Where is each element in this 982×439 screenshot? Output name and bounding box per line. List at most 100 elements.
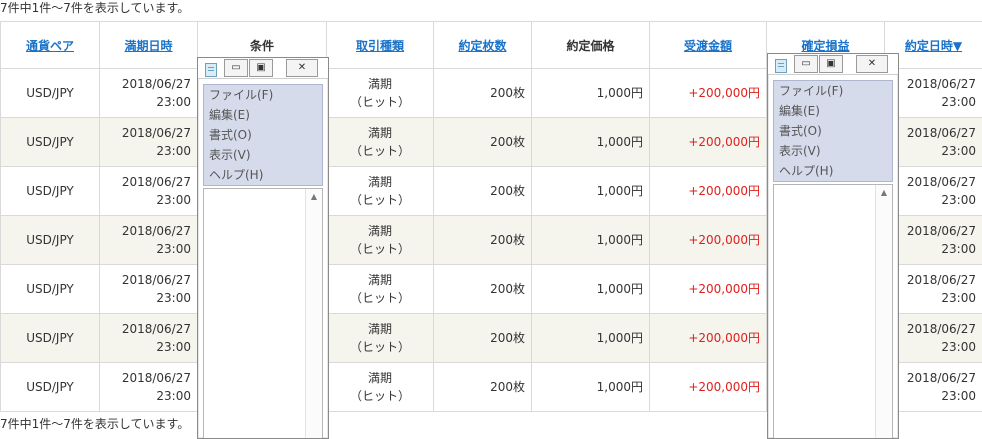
close-icon[interactable]: ✕ (286, 59, 318, 77)
sort-link-quantity[interactable]: 約定枚数 (458, 39, 506, 53)
trade-type-line1: 満期 (333, 173, 427, 191)
menu-format[interactable]: 書式(O) (774, 121, 892, 141)
close-icon[interactable]: ✕ (856, 55, 888, 73)
expiry-time: 23:00 (106, 387, 191, 405)
expiry-date: 2018/06/27 (106, 173, 191, 191)
cell-trade-date: 2018/06/2723:00 (885, 363, 982, 412)
trade-date: 2018/06/27 (891, 222, 976, 240)
vertical-scrollbar[interactable]: ▲ (305, 189, 322, 438)
cell-expiry: 2018/06/2723:00 (100, 167, 198, 216)
cell-amount: +200,000円 (650, 167, 767, 216)
vertical-scrollbar[interactable]: ▲ (875, 185, 892, 438)
trade-time: 23:00 (891, 387, 976, 405)
trade-type-line1: 満期 (333, 222, 427, 240)
menu-edit[interactable]: 編集(E) (774, 101, 892, 121)
cell-expiry: 2018/06/2723:00 (100, 363, 198, 412)
cell-trade-date: 2018/06/2723:00 (885, 69, 982, 118)
sort-link-currency-pair[interactable]: 通貨ペア (26, 39, 74, 53)
col-header-price: 約定価格 (532, 22, 650, 69)
cell-quantity: 200枚 (434, 167, 532, 216)
cell-quantity: 200枚 (434, 69, 532, 118)
cell-currency-pair: USD/JPY (1, 167, 100, 216)
trade-date: 2018/06/27 (891, 271, 976, 289)
cell-amount: +200,000円 (650, 265, 767, 314)
menu-file[interactable]: ファイル(F) (774, 81, 892, 101)
notepad-window-right[interactable]: ▭ ▣ ✕ ファイル(F) 編集(E) 書式(O) 表示(V) ヘルプ(H) ▲ (767, 53, 899, 439)
cell-price: 1,000円 (532, 118, 650, 167)
scroll-up-icon[interactable]: ▲ (876, 185, 892, 201)
menu-format[interactable]: 書式(O) (204, 125, 322, 145)
sort-link-expiry[interactable]: 満期日時 (124, 39, 172, 53)
col-header-amount[interactable]: 受渡金額 (650, 22, 767, 69)
sort-link-trade-type[interactable]: 取引種類 (356, 39, 404, 53)
result-count-bottom: 7件中1件～7件を表示しています。 (0, 416, 189, 432)
minimize-icon[interactable]: ▭ (794, 55, 818, 73)
minimize-icon[interactable]: ▭ (224, 59, 248, 77)
notepad-window-left[interactable]: ▭ ▣ ✕ ファイル(F) 編集(E) 書式(O) 表示(V) ヘルプ(H) ▲ (197, 57, 329, 439)
menu-edit[interactable]: 編集(E) (204, 105, 322, 125)
trade-type-line2: （ヒット） (333, 289, 427, 307)
expiry-date: 2018/06/27 (106, 222, 191, 240)
trade-type-line2: （ヒット） (333, 338, 427, 356)
menu-help[interactable]: ヘルプ(H) (774, 161, 892, 181)
menu-view[interactable]: 表示(V) (774, 141, 892, 161)
cell-trade-type: 満期（ヒット） (327, 69, 434, 118)
col-header-trade-date[interactable]: 約定日時▼ (885, 22, 982, 69)
result-count-top: 7件中1件～7件を表示しています。 (0, 0, 189, 16)
cell-price: 1,000円 (532, 69, 650, 118)
trade-type-line1: 満期 (333, 320, 427, 338)
trade-type-line2: （ヒット） (333, 387, 427, 405)
col-header-currency-pair[interactable]: 通貨ペア (1, 22, 100, 69)
notepad-text-area[interactable]: ▲ (773, 184, 893, 438)
trade-date: 2018/06/27 (891, 173, 976, 191)
notepad-titlebar[interactable]: ▭ ▣ ✕ (768, 54, 898, 75)
cell-expiry: 2018/06/2723:00 (100, 118, 198, 167)
notepad-menu: ファイル(F) 編集(E) 書式(O) 表示(V) ヘルプ(H) (203, 84, 323, 186)
cell-amount: +200,000円 (650, 314, 767, 363)
col-header-quantity[interactable]: 約定枚数 (434, 22, 532, 69)
cell-quantity: 200枚 (434, 314, 532, 363)
scroll-up-icon[interactable]: ▲ (306, 189, 322, 205)
trade-time: 23:00 (891, 240, 976, 258)
trade-date: 2018/06/27 (891, 75, 976, 93)
notepad-icon (205, 63, 217, 77)
cell-amount: +200,000円 (650, 69, 767, 118)
notepad-text-area[interactable]: ▲ (203, 188, 323, 438)
maximize-icon[interactable]: ▣ (819, 55, 843, 73)
notepad-menu: ファイル(F) 編集(E) 書式(O) 表示(V) ヘルプ(H) (773, 80, 893, 182)
trade-type-line1: 満期 (333, 124, 427, 142)
expiry-date: 2018/06/27 (106, 320, 191, 338)
cell-trade-type: 満期（ヒット） (327, 118, 434, 167)
cell-trade-type: 満期（ヒット） (327, 363, 434, 412)
cell-amount: +200,000円 (650, 363, 767, 412)
expiry-time: 23:00 (106, 93, 191, 111)
cell-currency-pair: USD/JPY (1, 363, 100, 412)
cell-expiry: 2018/06/2723:00 (100, 265, 198, 314)
sort-link-amount[interactable]: 受渡金額 (684, 39, 732, 53)
col-header-trade-type[interactable]: 取引種類 (327, 22, 434, 69)
col-header-expiry[interactable]: 満期日時 (100, 22, 198, 69)
menu-view[interactable]: 表示(V) (204, 145, 322, 165)
cell-expiry: 2018/06/2723:00 (100, 69, 198, 118)
notepad-titlebar[interactable]: ▭ ▣ ✕ (198, 58, 328, 79)
expiry-date: 2018/06/27 (106, 369, 191, 387)
cell-price: 1,000円 (532, 314, 650, 363)
sort-link-trade-date[interactable]: 約定日時▼ (905, 39, 962, 53)
trade-type-line2: （ヒット） (333, 142, 427, 160)
trade-time: 23:00 (891, 338, 976, 356)
expiry-date: 2018/06/27 (106, 124, 191, 142)
trade-time: 23:00 (891, 142, 976, 160)
menu-file[interactable]: ファイル(F) (204, 85, 322, 105)
cell-price: 1,000円 (532, 167, 650, 216)
cell-trade-type: 満期（ヒット） (327, 314, 434, 363)
cell-trade-date: 2018/06/2723:00 (885, 314, 982, 363)
trade-type-line1: 満期 (333, 369, 427, 387)
expiry-time: 23:00 (106, 191, 191, 209)
cell-trade-date: 2018/06/2723:00 (885, 118, 982, 167)
sort-link-profit[interactable]: 確定損益 (801, 39, 849, 53)
menu-help[interactable]: ヘルプ(H) (204, 165, 322, 185)
condition-header-label: 条件 (250, 39, 274, 53)
maximize-icon[interactable]: ▣ (249, 59, 273, 77)
cell-quantity: 200枚 (434, 265, 532, 314)
cell-currency-pair: USD/JPY (1, 265, 100, 314)
